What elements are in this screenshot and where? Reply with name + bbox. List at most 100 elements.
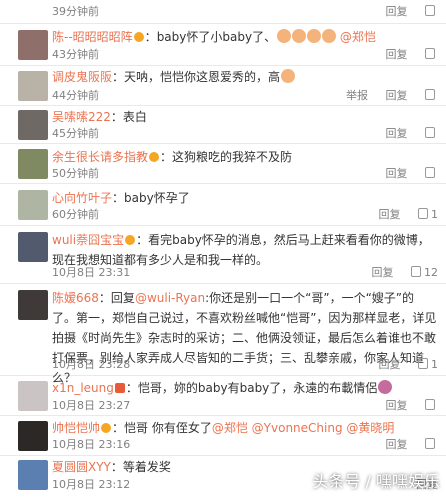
comment-text: 等着发奖 — [122, 460, 171, 474]
comment-row: 心向竹叶子：baby怀孕了 60分钟前 回复 1 — [0, 184, 446, 226]
like-button[interactable]: 1 — [418, 358, 438, 371]
like-button[interactable]: 12 — [411, 266, 438, 279]
comment-row: 陈嫒668：回复@wuli-Ryan:你还是别一口一个“哥”，一个“嫂子”的了。… — [0, 284, 446, 385]
comment-text: baby怀孕了 — [124, 191, 190, 205]
report-button[interactable]: 举报 — [346, 89, 368, 102]
avatar[interactable] — [18, 71, 48, 101]
avatar[interactable] — [18, 381, 48, 411]
comment-actions: 回复 — [372, 397, 439, 413]
comment-username[interactable]: 心向竹叶子 — [52, 191, 112, 205]
avatar[interactable] — [18, 232, 48, 262]
comment-time: 10月8日 23:16 — [52, 438, 131, 451]
vip-badge-icon — [133, 32, 144, 42]
comment-actions: 举报 回复 — [332, 87, 438, 103]
comment-actions: 回复 — [372, 3, 439, 19]
comment-username[interactable]: 陈--昭昭昭昭阵 — [52, 30, 133, 44]
vip-badge-icon — [125, 235, 136, 245]
thumb-up-icon — [425, 5, 435, 16]
comment-separator: ： — [110, 460, 123, 474]
comment-actions: 回复 — [372, 125, 439, 141]
avatar[interactable] — [18, 421, 48, 451]
comment-time: 10月8日 23:27 — [52, 399, 131, 412]
reply-button[interactable]: 回复 — [386, 89, 408, 102]
like-button[interactable] — [425, 167, 438, 180]
comment-time: 50分钟前 — [52, 167, 99, 180]
thumb-up-icon — [425, 127, 435, 138]
thumb-up-icon — [425, 48, 435, 59]
like-button[interactable] — [425, 438, 438, 451]
like-button[interactable] — [425, 127, 438, 140]
comment-username[interactable]: wuli萘囧宝宝 — [52, 233, 124, 247]
comment-actions: 回复 — [372, 436, 439, 452]
comment-time: 43分钟前 — [52, 48, 99, 61]
reply-button[interactable]: 回复 — [386, 5, 408, 18]
reply-button[interactable]: 回复 — [386, 438, 408, 451]
comment-content: 陈嫒668：回复@wuli-Ryan:你还是别一口一个“哥”，一个“嫂子”的了。… — [52, 288, 438, 388]
comment-username[interactable]: 夏圆圆XYY — [52, 460, 111, 474]
comment-username[interactable]: 调皮鬼阪阪 — [52, 70, 112, 84]
avatar[interactable] — [18, 190, 48, 220]
emoji-icon — [277, 29, 292, 43]
thumbs-up-emoji-icon — [281, 69, 296, 83]
thumb-up-icon — [425, 438, 435, 449]
like-button[interactable] — [425, 48, 438, 61]
reply-button[interactable]: 回复 — [386, 399, 408, 412]
mention-link[interactable]: @郑恺 @YvonneChing @黄晓明 — [212, 421, 395, 435]
avatar[interactable] — [18, 460, 48, 490]
comment-actions: 回复 — [372, 46, 439, 62]
reply-button[interactable]: 回复 — [386, 127, 408, 140]
comment-row: 吴嗦嗦222：表白 45分钟前 回复 — [0, 106, 446, 144]
comment-row: wuli萘囧宝宝 ：看完baby怀孕的消息，然后马上赶来看看你的微博，现在我想知道… — [0, 226, 446, 284]
comment-time: 60分钟前 — [52, 208, 99, 221]
comment-separator: ： — [144, 30, 157, 44]
thumb-up-icon — [425, 399, 435, 410]
reply-button[interactable]: 回复 — [372, 266, 394, 279]
comment-time: 10月8日 23:28 — [52, 358, 131, 371]
comment-separator: ： — [98, 291, 111, 305]
avatar[interactable] — [18, 30, 48, 60]
comment-separator: ： — [112, 70, 125, 84]
comment-text: baby怀了小baby了、 — [156, 30, 277, 44]
comment-username[interactable]: 余生很长请多指教 — [52, 150, 148, 164]
comment-username[interactable]: 陈嫒668 — [52, 291, 99, 305]
comment-separator: ： — [125, 381, 138, 395]
vip-badge-icon — [101, 423, 112, 433]
comment-actions: 回复 — [372, 165, 439, 181]
mention-link[interactable]: @郑恺 — [340, 30, 376, 44]
like-button[interactable] — [425, 89, 438, 102]
comment-username[interactable]: 吴嗦嗦222 — [52, 110, 111, 124]
comment-content: 陈--昭昭昭昭阵 ：baby怀了小baby了、 @郑恺 — [52, 27, 438, 47]
reply-button[interactable]: 回复 — [386, 167, 408, 180]
reply-button[interactable]: 回复 — [379, 208, 401, 221]
comment-actions: 回复 1 — [365, 206, 438, 222]
comment-separator: ： — [160, 150, 173, 164]
comment-text: 恺哥 你有侄女了 — [124, 421, 212, 435]
avatar[interactable] — [18, 110, 48, 140]
thumb-up-icon — [425, 89, 435, 100]
comment-username[interactable]: x1n_leung — [52, 381, 114, 395]
like-button[interactable]: 1 — [418, 208, 438, 221]
comment-row: 39分钟前 回复 — [0, 0, 446, 24]
comment-time: 45分钟前 — [52, 127, 99, 140]
comment-username[interactable]: 帅恺恺帅 — [52, 421, 100, 435]
thumb-up-icon — [411, 266, 421, 277]
like-count: 1 — [431, 358, 438, 371]
comment-row: 余生很长请多指教 ：这狗粮吃的我猝不及防 50分钟前 回复 — [0, 144, 446, 184]
reply-prefix: 回复 — [110, 291, 135, 305]
comment-actions: 回复 12 — [358, 264, 438, 280]
comment-time: 39分钟前 — [52, 5, 99, 18]
comment-text: 表白 — [122, 110, 147, 124]
vip-badge-icon — [149, 152, 160, 162]
comment-content: 吴嗦嗦222：表白 — [52, 107, 438, 127]
reply-button[interactable]: 回复 — [386, 48, 408, 61]
reply-button[interactable]: 回复 — [379, 358, 401, 371]
comment-content: 余生很长请多指教 ：这狗粮吃的我猝不及防 — [52, 147, 438, 167]
avatar[interactable] — [18, 290, 48, 320]
comment-text: 恺哥，妳的baby有baby了，永遠的布載情侶 — [137, 381, 378, 395]
avatar[interactable] — [18, 149, 48, 179]
like-count: 12 — [424, 266, 438, 279]
like-button[interactable] — [425, 399, 438, 412]
comment-separator: ： — [110, 110, 123, 124]
mention-link[interactable]: @wuli-Ryan — [135, 291, 205, 305]
like-button[interactable] — [425, 5, 438, 18]
